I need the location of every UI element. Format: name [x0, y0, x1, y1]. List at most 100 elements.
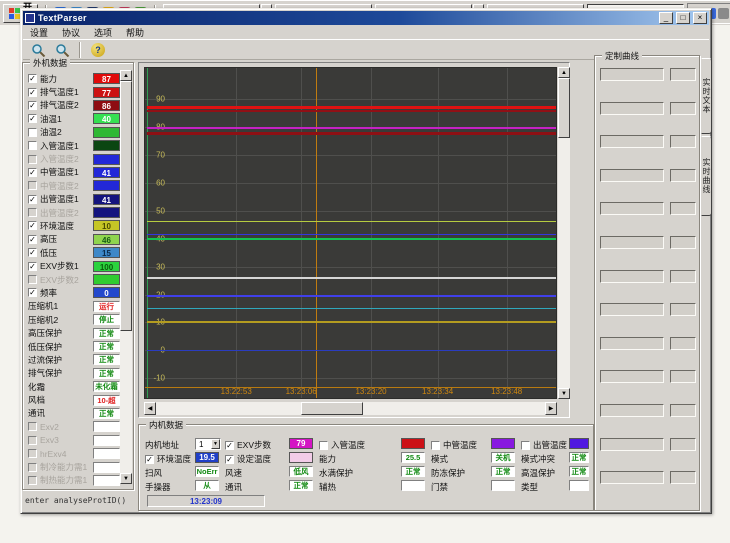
scroll-up-icon[interactable]: ▲	[558, 67, 570, 78]
updown-tray-icon[interactable]	[718, 8, 729, 19]
checkbox[interactable]	[28, 275, 37, 284]
curve-name-field[interactable]	[600, 236, 664, 249]
checkbox[interactable]: ✓	[28, 262, 37, 271]
inlet-temp-checkbox-row[interactable]: 入管温度	[319, 439, 365, 451]
env-temp-checkbox-row[interactable]: ✓环境温度	[145, 453, 191, 465]
checkbox[interactable]	[28, 155, 37, 164]
curve-value-field[interactable]	[670, 236, 696, 249]
curve-name-field[interactable]	[600, 68, 664, 81]
curve-name-field[interactable]	[600, 202, 664, 215]
set-temp-checkbox-row[interactable]: ✓设定温度	[225, 453, 271, 465]
checkbox[interactable]	[28, 463, 37, 472]
scroll-down-icon[interactable]: ▼	[558, 388, 570, 399]
curve-name-field[interactable]	[600, 303, 664, 316]
checkbox[interactable]: ✓	[225, 455, 234, 464]
checkbox[interactable]	[28, 181, 37, 190]
checkbox[interactable]: ✓	[225, 441, 234, 450]
checkbox[interactable]: ✓	[28, 88, 37, 97]
exv-steps-checkbox-row[interactable]: ✓EXV步数	[225, 439, 271, 451]
curve-value-field[interactable]	[670, 471, 696, 484]
checkbox[interactable]: ✓	[28, 221, 37, 230]
curve-value-field[interactable]	[670, 337, 696, 350]
out-temp-checkbox-row[interactable]: 出管温度	[521, 439, 567, 451]
series-line-5	[147, 234, 556, 235]
close-button[interactable]: ×	[693, 12, 707, 24]
scroll-thumb[interactable]	[301, 402, 363, 415]
help-button[interactable]: ?	[87, 41, 109, 59]
checkbox[interactable]	[28, 436, 37, 445]
curve-value-field[interactable]	[670, 370, 696, 383]
scroll-right-icon[interactable]: ▶	[545, 402, 557, 415]
checkbox[interactable]	[28, 208, 37, 217]
curve-name-field[interactable]	[600, 438, 664, 451]
curve-value-field[interactable]	[670, 438, 696, 451]
checkbox[interactable]: ✓	[145, 455, 154, 464]
checkbox[interactable]	[28, 449, 37, 458]
checkbox[interactable]: ✓	[28, 235, 37, 244]
curve-name-field[interactable]	[600, 404, 664, 417]
item-label: 排气温度2	[40, 99, 90, 111]
curve-name-field[interactable]	[600, 471, 664, 484]
chart-hscrollbar[interactable]: ◀ ▶	[144, 402, 557, 415]
checkbox[interactable]	[28, 476, 37, 485]
plot-area[interactable]: 13:22:5313:23:0613:23:2013:23:3413:23:48…	[144, 67, 557, 399]
chevron-down-icon[interactable]: ▼	[211, 439, 220, 449]
windows-logo-icon	[9, 8, 20, 19]
title-bar[interactable]: TextParser _ □ ×	[23, 11, 709, 25]
maximize-button[interactable]: □	[676, 12, 690, 24]
mid-temp-checkbox-row[interactable]: 中管温度	[431, 439, 477, 451]
curve-value-field[interactable]	[670, 404, 696, 417]
tab-realtime-text[interactable]: 实时文本	[701, 58, 712, 134]
item-value: 0	[93, 287, 120, 298]
checkbox[interactable]: ✓	[28, 101, 37, 110]
curve-value-field[interactable]	[670, 102, 696, 115]
curve-value-field[interactable]	[670, 270, 696, 283]
x-baseline	[145, 387, 556, 388]
minimize-button[interactable]: _	[659, 12, 673, 24]
checkbox[interactable]: ✓	[28, 195, 37, 204]
checkbox[interactable]: ✓	[28, 114, 37, 123]
address-label: 内机地址	[145, 439, 179, 451]
curve-value-field[interactable]	[670, 68, 696, 81]
curve-value-field[interactable]	[670, 303, 696, 316]
checkbox[interactable]: ✓	[28, 288, 37, 297]
curve-value-field[interactable]	[670, 135, 696, 148]
scroll-thumb[interactable]	[120, 81, 132, 331]
checkbox[interactable]: ✓	[28, 74, 37, 83]
chart-vscrollbar[interactable]: ▲ ▼	[558, 67, 570, 399]
outdoor-scrollbar[interactable]: ▲ ▼	[120, 70, 132, 484]
checkbox[interactable]	[431, 441, 440, 450]
curve-value-field[interactable]	[670, 202, 696, 215]
menu-item-0[interactable]: 设置	[23, 26, 55, 39]
address-select[interactable]: 1▼	[195, 438, 221, 450]
curve-name-field[interactable]	[600, 102, 664, 115]
curve-name-field[interactable]	[600, 337, 664, 350]
outdoor-item-8: 中管温度2	[26, 179, 120, 192]
menu-item-2[interactable]: 选项	[87, 26, 119, 39]
item-value: 77	[93, 87, 120, 98]
group5-value-1: 正常	[569, 452, 589, 463]
scroll-up-icon[interactable]: ▲	[120, 70, 132, 81]
checkbox[interactable]	[319, 441, 328, 450]
scroll-down-icon[interactable]: ▼	[120, 473, 132, 484]
checkbox[interactable]	[28, 422, 37, 431]
checkbox[interactable]	[28, 128, 37, 137]
scroll-thumb[interactable]	[558, 78, 570, 138]
outdoor-item-3: ✓油温140	[26, 112, 120, 125]
outdoor-item-14: ✓EXV步数1100	[26, 259, 120, 272]
scroll-left-icon[interactable]: ◀	[144, 402, 156, 415]
menu-item-1[interactable]: 协议	[55, 26, 87, 39]
checkbox[interactable]: ✓	[28, 168, 37, 177]
checkbox[interactable]: ✓	[28, 248, 37, 257]
curve-name-field[interactable]	[600, 270, 664, 283]
curve-name-field[interactable]	[600, 370, 664, 383]
checkbox[interactable]	[521, 441, 530, 450]
curve-name-field[interactable]	[600, 169, 664, 182]
curve-value-field[interactable]	[670, 169, 696, 182]
item-label: 低压	[40, 247, 90, 259]
menu-item-3[interactable]: 帮助	[119, 26, 151, 39]
curve-name-field[interactable]	[600, 135, 664, 148]
checkbox[interactable]	[28, 141, 37, 150]
outdoor-item-24: 风档10-超	[26, 393, 120, 406]
tab-realtime-curve[interactable]: 实时曲线	[701, 136, 712, 216]
